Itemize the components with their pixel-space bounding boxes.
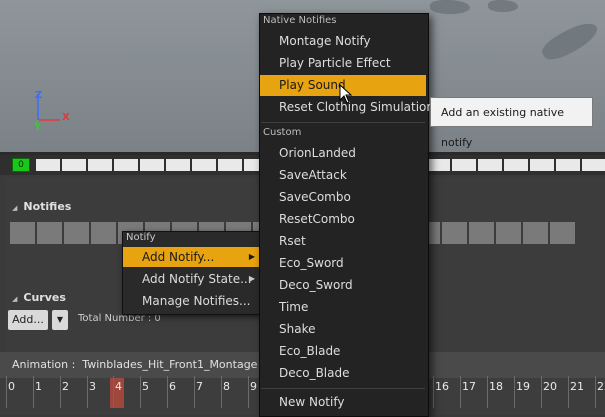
submenu-arrow-icon: ▶ [248, 274, 255, 283]
ruler-tick-label: 19 [516, 380, 530, 393]
menu-item-montage-notify[interactable]: Montage Notify [260, 31, 426, 52]
native-notifies-title: Native Notifies [263, 15, 337, 26]
ruler-tick-line [568, 376, 569, 408]
ruler-tick-line [87, 376, 88, 408]
notifies-header[interactable]: Notifies [12, 200, 71, 213]
menu-item-time[interactable]: Time [260, 297, 426, 318]
ruler-tick-line [487, 376, 488, 408]
menu-item-eco-sword[interactable]: Eco_Sword [260, 253, 426, 274]
menu-item-play-particle-effect[interactable]: Play Particle Effect [260, 53, 426, 74]
ruler-tick-label: 6 [169, 380, 176, 393]
ruler-tick-label: 3 [89, 380, 96, 393]
menu-item-deco-sword[interactable]: Deco_Sword [260, 275, 426, 296]
menu-item-shake[interactable]: Shake [260, 319, 426, 340]
menu-item-saveattack[interactable]: SaveAttack [260, 165, 426, 186]
tooltip: Add an existing native notify [430, 97, 593, 149]
mouse-cursor-icon [339, 84, 353, 104]
menu-separator [261, 388, 425, 389]
add-notify-item[interactable]: Add Notify... ▶ [123, 247, 260, 267]
menu-separator [261, 122, 425, 123]
context-menu-title: Notify [126, 232, 156, 243]
menu-item-new-notify[interactable]: New Notify [260, 392, 426, 413]
animation-title: Animation : Twinblades_Hit_Front1_Montag… [12, 358, 257, 371]
ruler-tick-line [60, 376, 61, 408]
ruler-tick-label: 18 [489, 380, 503, 393]
manage-notifies-label: Manage Notifies... [142, 294, 251, 308]
curves-header[interactable]: Curves [12, 291, 66, 304]
animation-label: Animation : [12, 358, 76, 371]
ruler-tick-line [140, 376, 141, 408]
menu-item-rset[interactable]: Rset [260, 231, 426, 252]
axis-y-label: Y [34, 122, 42, 133]
ruler-tick-label: 0 [8, 380, 15, 393]
scene-object [430, 0, 470, 14]
ruler-tick-label: 22 [597, 380, 605, 393]
axis-z-label: Z [35, 90, 43, 101]
ruler-tick-line [433, 376, 434, 408]
manage-notifies-item[interactable]: Manage Notifies... [123, 291, 260, 311]
ruler-tick-label: 1 [35, 380, 42, 393]
ruler-tick-line [221, 376, 222, 408]
add-notify-state-item[interactable]: Add Notify State... ▶ [123, 269, 260, 289]
chevron-down-icon[interactable]: ▼ [52, 310, 68, 330]
menu-item-deco-blade[interactable]: Deco_Blade [260, 363, 426, 384]
ruler-tick-line [541, 376, 542, 408]
timeline-marker[interactable]: 0 [12, 158, 30, 172]
add-curve-button[interactable]: Add... [8, 310, 48, 330]
ruler-tick-line [248, 376, 249, 408]
ruler-tick-line [514, 376, 515, 408]
menu-item-resetcombo[interactable]: ResetCombo [260, 209, 426, 230]
ruler-tick-label: 20 [543, 380, 557, 393]
menu-item-eco-blade[interactable]: Eco_Blade [260, 341, 426, 362]
ruler-tick-line [33, 376, 34, 408]
ruler-tick-line [194, 376, 195, 408]
scene-object [488, 0, 518, 12]
ruler-tick-label: 4 [115, 380, 122, 393]
ruler-tick-label: 5 [142, 380, 149, 393]
add-notify-state-label: Add Notify State... [142, 272, 252, 286]
ruler-tick-label: 21 [570, 380, 584, 393]
ruler-tick-line [595, 376, 596, 408]
scene-object [538, 16, 602, 66]
ruler-tick-label: 2 [62, 380, 69, 393]
ruler-tick-label: 17 [462, 380, 476, 393]
menu-item-savecombo[interactable]: SaveCombo [260, 187, 426, 208]
custom-notifies-title: Custom [263, 127, 302, 138]
ruler-tick-label: 16 [435, 380, 449, 393]
menu-item-orionlanded[interactable]: OrionLanded [260, 143, 426, 164]
ruler-tick-label: 7 [196, 380, 203, 393]
ruler-tick-line [167, 376, 168, 408]
ruler-tick-line [113, 376, 114, 408]
submenu-arrow-icon: ▶ [248, 252, 255, 261]
ruler-tick-label: 8 [223, 380, 230, 393]
ruler-tick-line [6, 376, 7, 408]
add-notify-label: Add Notify... [142, 250, 215, 264]
ruler-tick-label: 9 [250, 380, 257, 393]
ruler-tick-line [460, 376, 461, 408]
animation-name: Twinblades_Hit_Front1_Montage [82, 358, 258, 371]
axis-x-label: X [62, 112, 70, 123]
